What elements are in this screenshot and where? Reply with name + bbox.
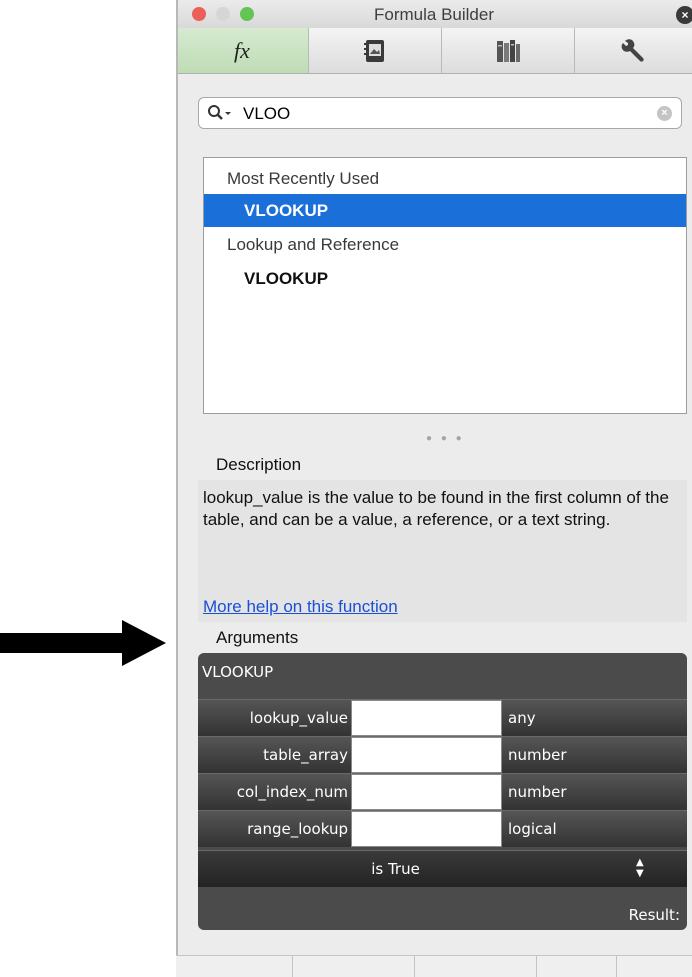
formula-builder-window: Formula Builder × fx VLOO × Most Recentl… — [176, 0, 692, 977]
range-lookup-field[interactable] — [351, 811, 502, 847]
close-panel-icon[interactable]: × — [676, 6, 692, 24]
argument-type: number — [508, 783, 567, 801]
argument-type: logical — [508, 820, 557, 838]
argument-name: range_lookup — [247, 820, 348, 838]
window-shadow-edge — [176, 0, 178, 955]
media-browser-icon — [364, 39, 384, 62]
argument-row: range_lookup logical — [198, 810, 687, 847]
range-lookup-select-value: is True — [371, 860, 420, 878]
arguments-heading: Arguments — [216, 628, 299, 647]
search-field[interactable]: VLOO × — [198, 97, 682, 129]
stepper-arrows-icon[interactable]: ▲ ▼ — [636, 857, 644, 879]
table-array-field[interactable] — [351, 737, 502, 773]
description-heading: Description — [216, 455, 302, 474]
fx-icon: fx — [234, 37, 250, 63]
window-title: Formula Builder — [374, 5, 494, 24]
lookup-value-field[interactable] — [351, 700, 502, 736]
argument-type: number — [508, 746, 567, 764]
tab-library[interactable] — [442, 28, 575, 73]
argument-row: lookup_value any — [198, 699, 687, 736]
argument-name: lookup_value — [249, 709, 348, 727]
result-label: Result: — [628, 906, 680, 924]
wrench-icon — [621, 38, 644, 62]
list-item-vlookup-recent[interactable]: VLOOKUP — [204, 194, 686, 227]
pointer-arrow-icon — [0, 620, 166, 666]
arguments-panel: VLOOKUP lookup_value any table_array num… — [198, 653, 687, 930]
bottom-bar — [176, 955, 692, 977]
resize-handle[interactable]: ● ● ● — [426, 433, 465, 444]
range-lookup-select[interactable]: is True ▲ ▼ — [198, 850, 687, 887]
title-bar: Formula Builder × — [176, 0, 692, 28]
search-input[interactable]: VLOO — [243, 104, 290, 124]
col-index-num-field[interactable] — [351, 774, 502, 810]
argument-name: col_index_num — [236, 783, 348, 801]
argument-name: table_array — [263, 746, 348, 764]
argument-type: any — [508, 709, 536, 727]
list-header-recent: Most Recently Used — [227, 169, 380, 188]
library-icon — [497, 39, 520, 62]
bottom-divider — [536, 956, 537, 977]
arguments-function-name: VLOOKUP — [202, 663, 274, 681]
list-item-vlookup[interactable]: VLOOKUP — [204, 262, 686, 295]
bottom-divider — [292, 956, 293, 977]
argument-row: col_index_num number — [198, 773, 687, 810]
description-text: lookup_value is the value to be found in… — [203, 488, 669, 529]
bottom-divider — [414, 956, 415, 977]
function-list[interactable]: Most Recently Used VLOOKUP Lookup and Re… — [203, 157, 687, 414]
toolbar-tabs: fx — [176, 28, 692, 74]
tab-media[interactable] — [309, 28, 442, 73]
help-link[interactable]: More help on this function — [203, 597, 398, 617]
bottom-divider — [616, 956, 617, 977]
tab-tools[interactable] — [575, 28, 692, 73]
clear-search-icon[interactable]: × — [657, 106, 672, 121]
tab-functions[interactable]: fx — [176, 28, 309, 73]
search-icon[interactable] — [207, 104, 237, 122]
list-header-lookup-reference: Lookup and Reference — [227, 235, 400, 254]
argument-row: table_array number — [198, 736, 687, 773]
